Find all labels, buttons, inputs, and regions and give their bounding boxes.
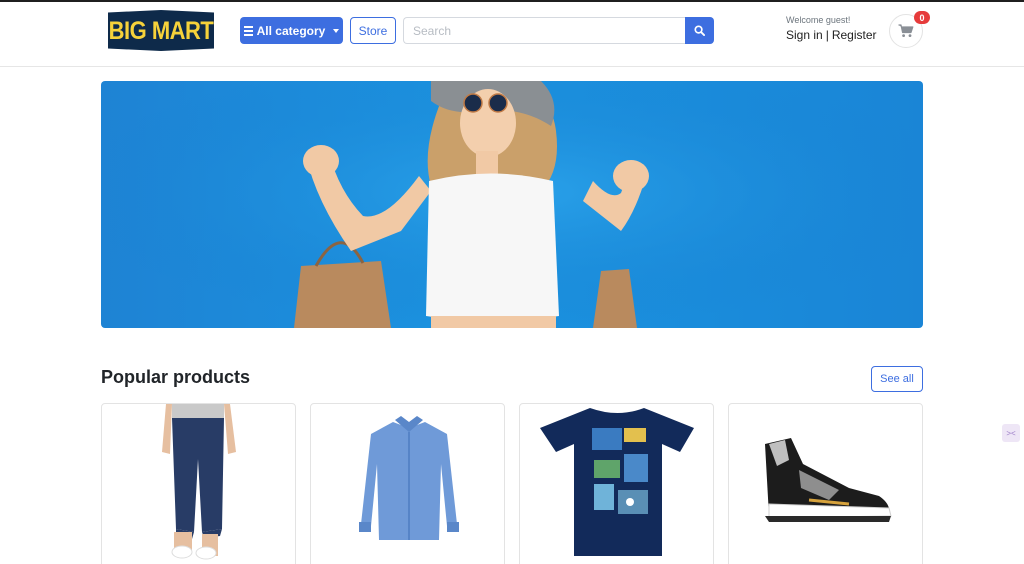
search-input[interactable] [403,17,685,44]
brand-logo[interactable]: BIG MART [108,10,214,51]
sneaker-image [765,438,892,522]
product-card[interactable] [519,403,714,564]
see-all-button[interactable]: See all [871,366,923,392]
menu-icon [243,25,253,36]
cart-count-badge: 0 [914,11,930,24]
register-link[interactable]: Register [832,28,877,42]
product-card[interactable] [310,403,505,564]
all-category-label: All category [256,23,326,38]
all-category-button[interactable]: All category [240,17,343,44]
caret-down-icon [333,28,340,33]
jeans-image [162,404,236,560]
popular-products-title: Popular products [101,367,251,387]
side-widget-icon[interactable]: >< [1002,424,1020,442]
tshirt-image [540,408,694,556]
welcome-text: Welcome guest! [786,15,851,25]
hero-image [101,81,923,328]
shirt-image [359,416,459,540]
auth-separator: | [825,28,829,42]
auth-links: Sign in | Register [786,28,877,42]
cart-icon [898,24,914,37]
product-card[interactable] [101,403,296,564]
site-header: BIG MART All category Store Welcome gues… [0,2,1024,67]
store-button[interactable]: Store [350,17,396,44]
logo-text: BIG MART [108,15,214,45]
sign-in-link[interactable]: Sign in [786,28,823,42]
search-button[interactable] [685,17,714,44]
hero-banner[interactable] [101,81,923,328]
product-card[interactable] [728,403,923,564]
search-icon [694,25,705,36]
